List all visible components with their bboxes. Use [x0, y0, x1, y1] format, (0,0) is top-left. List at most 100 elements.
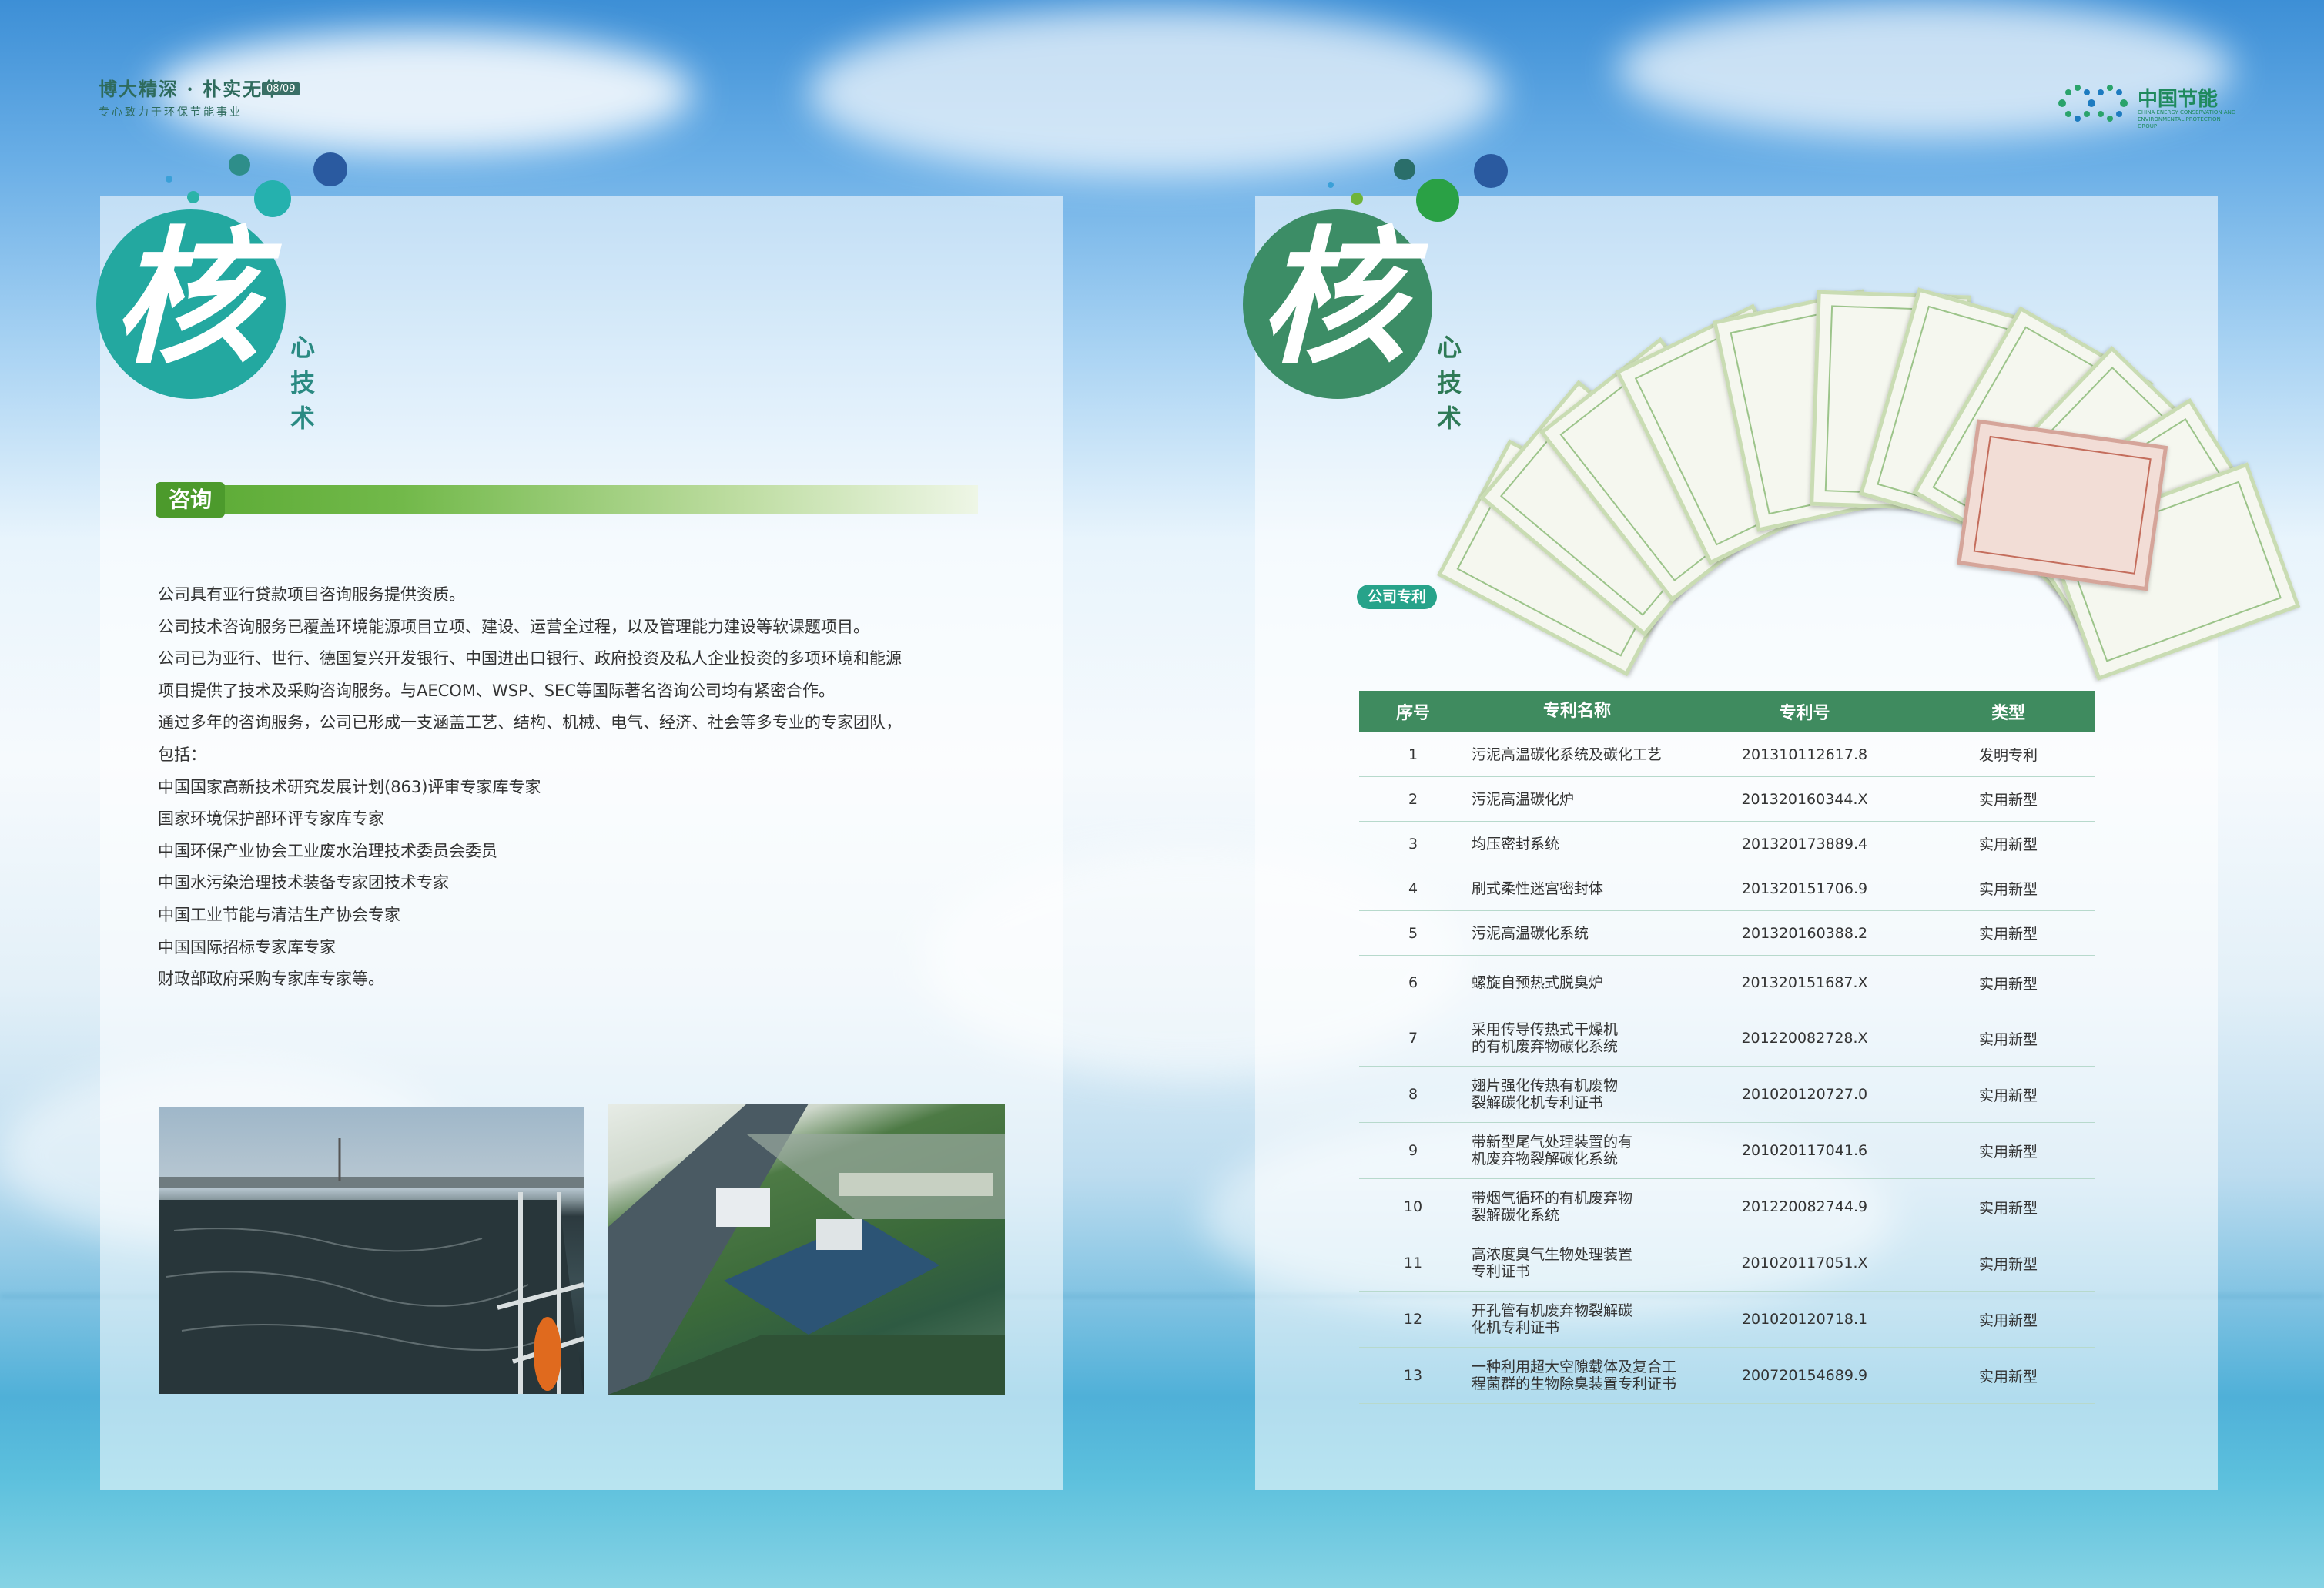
cell-number: 201320160344.X: [1741, 790, 1868, 808]
decor-dot: [313, 152, 347, 186]
cell-name-line: 采用传导传热式干燥机: [1472, 1021, 1619, 1038]
decor-dot: [229, 154, 250, 176]
paragraph-line: 包括：: [158, 745, 206, 764]
cell-number: 201320151687.X: [1741, 974, 1868, 991]
paragraph-line: 财政部政府采购专家库专家等。: [158, 970, 384, 989]
cell-number: 201020120718.1: [1741, 1311, 1868, 1328]
cell-name-line: 螺旋自预热式脱臭炉: [1472, 974, 1604, 991]
cell-number: 200720154689.9: [1741, 1367, 1868, 1384]
cell-name-line: 裂解碳化机专利证书: [1472, 1094, 1604, 1111]
decor-dot: [254, 180, 291, 217]
section-bar: [156, 485, 978, 514]
cell-number: 201320160388.2: [1741, 924, 1868, 942]
invention-certificate: [1957, 419, 2168, 591]
table-row: 4 刷式柔性迷宫密封体 201320151706.9 实用新型: [1359, 866, 2095, 911]
cell-name: 采用传导传热式干燥机 的有机废弃物碳化系统: [1467, 1021, 1687, 1055]
cloud: [809, 8, 1502, 177]
decor-dot: [1328, 182, 1334, 188]
wastewater-tank-photo: [159, 1107, 584, 1394]
cell-type: 实用新型: [1978, 1087, 2038, 1104]
table-row: 11 高浓度臭气生物处理装置 专利证书 201020117051.X 实用新型: [1359, 1235, 2095, 1292]
table-row: 10 带烟气循环的有机废弃物 裂解碳化系统 201220082744.9 实用新型: [1359, 1179, 2095, 1235]
cell-no: 12: [1403, 1311, 1423, 1328]
cell-name: 污泥高温碳化系统: [1467, 925, 1687, 942]
page-number: 08/09: [262, 82, 300, 95]
cell-number: 201220082728.X: [1741, 1030, 1868, 1047]
cell-name-line: 翅片强化传热有机废物: [1472, 1077, 1619, 1094]
table-row: 5 污泥高温碳化系统 201320160388.2 实用新型: [1359, 911, 2095, 956]
decor-dot: [1416, 179, 1459, 222]
cell-no: 1: [1408, 745, 1418, 763]
cell-no: 13: [1403, 1367, 1423, 1384]
decor-dot: [187, 191, 199, 203]
cell-type: 实用新型: [1978, 881, 2038, 898]
paragraph-line: 中国工业节能与清洁生产协会专家: [158, 905, 400, 924]
header-type: 类型: [1991, 704, 2025, 723]
cell-no: 2: [1408, 790, 1418, 808]
cell-name: 均压密封系统: [1467, 836, 1687, 853]
paragraph-line: 通过多年的咨询服务，公司已形成一支涵盖工艺、结构、机械、电气、经济、社会等多专业…: [158, 713, 902, 732]
paragraph-line: 公司具有亚行贷款项目咨询服务提供资质。: [158, 585, 465, 604]
cell-type: 实用新型: [1978, 1030, 2038, 1048]
cell-no: 10: [1403, 1198, 1423, 1215]
decor-dot: [1474, 154, 1508, 188]
table-row: 2 污泥高温碳化炉 201320160344.X 实用新型: [1359, 777, 2095, 822]
cell-name: 开孔管有机废弃物裂解碳 化机专利证书: [1467, 1302, 1687, 1336]
cell-no: 7: [1408, 1030, 1418, 1047]
cell-name-line: 开孔管有机废弃物裂解碳: [1472, 1302, 1633, 1319]
cell-no: 9: [1408, 1142, 1418, 1159]
table-header: 序号 专利名称 专利号 类型: [1359, 691, 2095, 732]
logo-rings-icon: [2058, 85, 2128, 122]
paragraph-line: 中国环保产业协会工业废水治理技术委员会委员: [158, 841, 497, 860]
cell-name: 螺旋自预热式脱臭炉: [1467, 974, 1687, 991]
cell-name-line: 程菌群的生物除臭装置专利证书: [1472, 1375, 1677, 1392]
paragraph-line: 中国国际招标专家库专家: [158, 937, 336, 956]
paragraph-line: 项目提供了技术及采购咨询服务。与AECOM、WSP、SEC等国际著名咨询公司均有…: [158, 681, 835, 700]
logo-name-en: CHINA ENERGY CONSERVATION AND ENVIRONMEN…: [2138, 109, 2236, 129]
table-body: 1 污泥高温碳化系统及碳化工艺 201310112617.8 发明专利 2 污泥高温碳化炉…: [1359, 732, 2095, 1404]
cell-no: 11: [1403, 1255, 1423, 1271]
company-logo: 中国节能 CHINA ENERGY CONSERVATION AND ENVIR…: [2054, 80, 2235, 129]
cell-number: 201020117041.6: [1741, 1142, 1868, 1159]
cell-name: 污泥高温碳化系统及碳化工艺: [1467, 746, 1687, 763]
cell-name-line: 专利证书: [1472, 1263, 1531, 1280]
wastewater-tank-illustration: [159, 1138, 584, 1394]
header-number: 专利号: [1779, 704, 1830, 723]
cell-type: 实用新型: [1978, 1312, 2038, 1329]
cell-name: 翅片强化传热有机废物 裂解碳化机专利证书: [1467, 1077, 1687, 1111]
cell-no: 6: [1408, 974, 1418, 991]
cell-name-line: 污泥高温碳化炉: [1472, 790, 1575, 808]
table-row: 7 采用传导传热式干燥机 的有机废弃物碳化系统 201220082728.X 实用新型: [1359, 1010, 2095, 1067]
cell-number: 201220082744.9: [1741, 1198, 1868, 1215]
table-row: 13 一种利用超大空隙载体及复合工 程菌群的生物除臭装置专利证书 2007201546…: [1359, 1348, 2095, 1404]
cell-name: 一种利用超大空隙载体及复合工 程菌群的生物除臭装置专利证书: [1467, 1359, 1687, 1392]
table-row: 1 污泥高温碳化系统及碳化工艺 201310112617.8 发明专利: [1359, 732, 2095, 777]
cell-type: 实用新型: [1978, 1143, 2038, 1161]
cell-type: 实用新型: [1978, 975, 2038, 993]
cell-number: 201310112617.8: [1741, 745, 1868, 763]
paragraph-line: 中国水污染治理技术装备专家团技术专家: [158, 873, 449, 893]
cell-name: 高浓度臭气生物处理装置 专利证书: [1467, 1246, 1687, 1280]
paragraph-line: 国家环境保护部环评专家库专家: [158, 809, 384, 829]
patent-certificates-image: [1436, 254, 2301, 681]
cell-name-line: 刷式柔性迷宫密封体: [1472, 879, 1604, 897]
table-row: 9 带新型尾气处理装置的有 机废弃物裂解碳化系统 201020117041.6 实用新型: [1359, 1123, 2095, 1179]
section-label: 咨询: [156, 482, 225, 518]
cell-no: 3: [1408, 835, 1418, 853]
cell-type: 实用新型: [1978, 926, 2038, 943]
cell-name: 带烟气循环的有机废弃物 裂解碳化系统: [1467, 1190, 1687, 1224]
cell-name: 污泥高温碳化炉: [1467, 791, 1687, 808]
cell-name-line: 带新型尾气处理装置的有: [1472, 1134, 1633, 1151]
table-row: 6 螺旋自预热式脱臭炉 201320151687.X 实用新型: [1359, 956, 2095, 1010]
cell-type: 实用新型: [1978, 836, 2038, 853]
paragraph-line: 中国国家高新技术研究发展计划(863)评审专家库专家: [158, 777, 541, 796]
emblem-char: 核: [113, 212, 260, 384]
table-row: 8 翅片强化传热有机废物 裂解碳化机专利证书 201020120727.0 实用新型: [1359, 1067, 2095, 1123]
cell-type: 发明专利: [1978, 747, 2038, 764]
cell-no: 8: [1408, 1086, 1418, 1103]
cell-name-line: 一种利用超大空隙载体及复合工: [1472, 1359, 1677, 1375]
cell-name-line: 污泥高温碳化系统及碳化工艺: [1472, 745, 1663, 763]
cell-name-line: 裂解碳化系统: [1472, 1207, 1560, 1224]
emblem-subtitle: 心技术: [290, 333, 316, 433]
paragraph-line: 公司已为亚行、世行、德国复兴开发银行、中国进出口银行、政府投资及私人企业投资的多…: [158, 649, 902, 668]
